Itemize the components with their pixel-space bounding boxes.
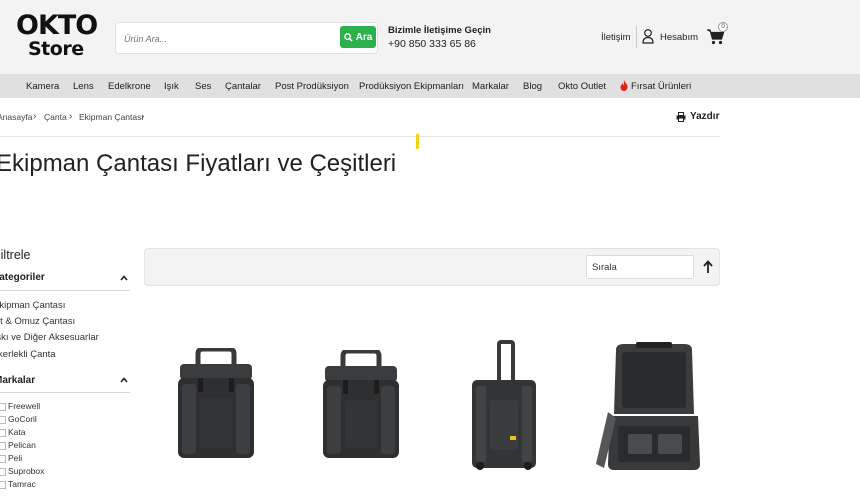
header-divider [636, 26, 637, 48]
brands-heading[interactable]: Markalar [0, 375, 35, 386]
print-button[interactable]: Yazdır [676, 111, 719, 122]
search-input[interactable] [124, 30, 334, 48]
chevron-up-icon[interactable] [118, 272, 130, 284]
site-header: OKTO Store Ara Bizimle İletişime Geçin +… [0, 0, 860, 74]
category-item[interactable]: Ekipman Çantası [0, 300, 65, 311]
brand-label: Kata [8, 427, 26, 437]
brand-filter-freewell[interactable]: Freewell [0, 401, 40, 411]
breadcrumb-separator: › [141, 111, 145, 122]
product-image-trolley-case[interactable] [468, 340, 540, 472]
nav-item-okto-outlet[interactable]: Okto Outlet [558, 81, 606, 92]
logo-text-top: OKTO [16, 10, 98, 41]
okto-store-logo[interactable]: OKTO Store [16, 12, 98, 62]
breadcrumb-separator: › [33, 111, 37, 122]
sort-direction-arrow-up-icon[interactable] [702, 260, 714, 274]
categories-divider [0, 290, 130, 291]
search-button-label: Ara [355, 31, 373, 43]
printer-icon [676, 111, 686, 122]
brand-label: Suprobox [8, 466, 45, 476]
print-label: Yazdır [690, 111, 720, 122]
brand-filter-gocoril[interactable]: GoCoril [0, 414, 37, 424]
content-divider [0, 136, 720, 137]
account-link[interactable]: Hesabım [660, 32, 698, 43]
brand-filter-pelican[interactable]: Pelican [0, 440, 36, 450]
fire-icon [620, 80, 628, 91]
user-icon[interactable] [642, 28, 654, 44]
contact-info: Bizimle İletişime Geçin +90 850 333 65 8… [388, 25, 491, 50]
nav-item-blog[interactable]: Blog [523, 81, 542, 92]
brand-filter-kata[interactable]: Kata [0, 427, 26, 437]
brand-checkbox[interactable] [0, 415, 6, 424]
nav-item-ses[interactable]: Ses [195, 81, 211, 92]
contact-title: Bizimle İletişime Geçin [388, 25, 491, 36]
category-item[interactable]: Askı ve Diğer Aksesuarlar [0, 332, 99, 343]
contact-link[interactable]: İletişim [601, 32, 631, 43]
category-item[interactable]: Tekerlekli Çanta [0, 349, 56, 360]
nav-item-produksiyon-ekipmanlari[interactable]: Prodüksiyon Ekipmanları [359, 81, 464, 92]
sort-select[interactable]: Sırala [586, 255, 694, 279]
logo-text-bottom: Store [28, 38, 84, 60]
brand-filter-suprobox[interactable]: Suprobox [0, 466, 44, 476]
search-button[interactable]: Ara [340, 26, 376, 48]
breadcrumb-home[interactable]: Anasayfa [0, 112, 32, 122]
brand-checkbox[interactable] [0, 454, 6, 463]
nav-item-cantalar[interactable]: Çantalar [225, 81, 261, 92]
brand-checkbox[interactable] [0, 480, 6, 489]
brand-checkbox[interactable] [0, 467, 6, 476]
product-image-open-case[interactable] [594, 342, 706, 474]
nav-item-kamera[interactable]: Kamera [26, 81, 59, 92]
brand-label: GoCoril [8, 414, 37, 424]
brand-checkbox[interactable] [0, 402, 6, 411]
page-title: Ekipman Çantası Fiyatları ve Çeşitleri [0, 150, 397, 177]
nav-item-post-produksiyon[interactable]: Post Prodüksiyon [275, 81, 349, 92]
breadcrumb-ekipman-cantasi[interactable]: Ekipman Çantası [79, 112, 144, 122]
nav-item-lens[interactable]: Lens [73, 81, 94, 92]
nav-item-isik[interactable]: Işık [164, 81, 179, 92]
brand-label: Pelican [8, 440, 36, 450]
search-box [115, 22, 378, 54]
nav-item-firsat-urunleri[interactable]: Fırsat Ürünleri [631, 81, 691, 92]
main-nav: Kamera Lens Edelkrone Işık Ses Çantalar … [0, 74, 860, 98]
nav-item-markalar[interactable]: Markalar [472, 81, 509, 92]
breadcrumb-separator: › [69, 111, 73, 122]
brand-filter-peli[interactable]: Peli [0, 453, 22, 463]
cart-count-badge: 0 [718, 22, 728, 32]
breadcrumb-canta[interactable]: Çanta [44, 112, 67, 122]
brands-divider [0, 392, 130, 393]
nav-item-edelkrone[interactable]: Edelkrone [108, 81, 151, 92]
contact-phone[interactable]: +90 850 333 65 86 [388, 38, 491, 50]
product-image-hard-case-2[interactable] [320, 350, 402, 462]
categories-heading[interactable]: Kategoriler [0, 272, 45, 283]
brand-label: Freewell [8, 401, 41, 411]
brand-label: Peli [8, 453, 23, 463]
filter-title: Filtrele [0, 248, 31, 262]
category-item[interactable]: Sırt & Omuz Çantası [0, 316, 75, 327]
brand-checkbox[interactable] [0, 428, 6, 437]
loading-marker [416, 134, 419, 149]
brand-checkbox[interactable] [0, 441, 6, 450]
chevron-up-icon[interactable] [118, 374, 130, 386]
product-image-hard-case-1[interactable] [174, 348, 258, 462]
brand-filter-tamrac[interactable]: Tamrac [0, 479, 36, 489]
search-icon [343, 32, 353, 42]
brand-label: Tamrac [8, 479, 36, 489]
